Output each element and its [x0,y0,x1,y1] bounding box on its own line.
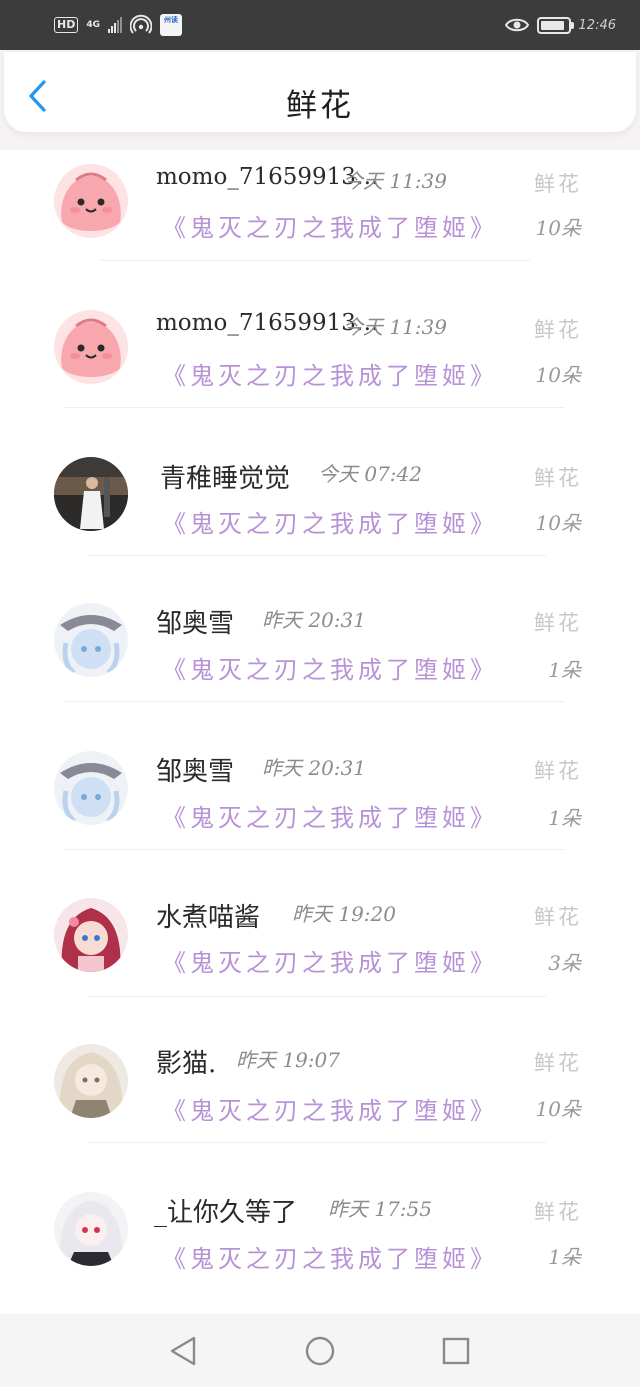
avatar[interactable] [54,1044,128,1118]
book-title-link[interactable]: 《鬼灭之刃之我成了堕姬》 [162,356,498,391]
gift-time: 昨天 19:20 [292,902,396,926]
hotspot-icon [130,14,152,34]
gift-time: 今天 07:42 [318,462,422,486]
gift-count: 10朵 [535,1097,581,1121]
list-item[interactable]: momo_71659913… 今天 11:39 《鬼灭之刃之我成了堕姬》 鲜花 … [0,298,640,446]
divider [100,260,530,261]
gift-time: 昨天 19:07 [236,1048,340,1072]
gift-count: 3朵 [548,951,581,975]
gift-count: 10朵 [535,363,581,387]
list-item[interactable]: 水煮喵酱 昨天 19:20 《鬼灭之刃之我成了堕姬》 鲜花 3朵 [0,890,640,1038]
divider [64,407,564,408]
pink-blob-avatar-icon [54,310,128,384]
book-title-link[interactable]: 《鬼灭之刃之我成了堕姬》 [162,1091,498,1126]
gift-type-label: 鲜花 [534,1051,582,1075]
list-item[interactable]: 邹奥雪 昨天 20:31 《鬼灭之刃之我成了堕姬》 鲜花 1朵 [0,742,640,890]
network-type: 4G [86,19,100,30]
avatar[interactable] [54,457,128,531]
app-notification-icon: 州读 [160,14,182,36]
gift-type-label: 鲜花 [534,611,582,635]
battery-icon [536,16,574,34]
page-header: 鲜花 [4,52,636,132]
sender-name[interactable]: _让你久等了 [154,1192,297,1229]
anime-avatar-icon [54,751,128,825]
book-title-link[interactable]: 《鬼灭之刃之我成了堕姬》 [162,943,498,978]
list-item[interactable]: 邹奥雪 昨天 20:31 《鬼灭之刃之我成了堕姬》 鲜花 1朵 [0,594,640,742]
gift-count: 10朵 [535,216,581,240]
list-item[interactable]: momo_71659913… 今天 11:39 《鬼灭之刃之我成了堕姬》 鲜花 … [0,150,640,298]
circle-home-icon[interactable] [303,1334,337,1368]
gift-count: 1朵 [548,658,581,682]
signal-icon [108,17,122,33]
status-bar: HD 4G 州读 12:46 [0,0,640,50]
avatar[interactable] [54,603,128,677]
divider [88,555,546,556]
gift-type-label: 鲜花 [534,759,582,783]
sender-name[interactable]: 青稚睡觉觉 [160,458,290,495]
anime-avatar-icon [54,898,128,972]
pink-blob-avatar-icon [54,164,128,238]
gift-count: 1朵 [548,1245,581,1269]
gift-time: 昨天 20:31 [262,608,366,632]
avatar[interactable] [54,751,128,825]
status-left: HD 4G 州读 [54,14,182,36]
book-title-link[interactable]: 《鬼灭之刃之我成了堕姬》 [162,1239,498,1274]
anime-avatar-icon [54,603,128,677]
book-title-link[interactable]: 《鬼灭之刃之我成了堕姬》 [162,798,498,833]
avatar[interactable] [54,164,128,238]
photo-avatar-icon [54,457,128,531]
gift-time: 昨天 17:55 [328,1197,432,1221]
list-item[interactable]: _让你久等了 昨天 17:55 《鬼灭之刃之我成了堕姬》 鲜花 1朵 [0,1186,640,1334]
page-title: 鲜花 [286,88,354,124]
anime-avatar-icon [54,1192,128,1266]
gift-list: momo_71659913… 今天 11:39 《鬼灭之刃之我成了堕姬》 鲜花 … [0,150,640,1334]
divider [88,996,546,997]
gift-time: 今天 11:39 [343,169,447,193]
gift-time: 昨天 20:31 [262,756,366,780]
eye-comfort-icon [504,18,529,32]
gift-count: 10朵 [535,511,581,535]
gift-type-label: 鲜花 [534,172,582,196]
triangle-back-icon[interactable] [166,1334,200,1368]
gift-type-label: 鲜花 [534,905,582,929]
gift-type-label: 鲜花 [534,1200,582,1224]
status-right: 12:46 [504,14,616,36]
sender-name[interactable]: 邹奥雪 [156,603,234,640]
sender-name[interactable]: 水煮喵酱 [156,897,260,934]
system-nav-bar [0,1314,640,1387]
book-title-link[interactable]: 《鬼灭之刃之我成了堕姬》 [162,504,498,539]
divider [64,849,564,850]
list-item[interactable]: 青稚睡觉觉 今天 07:42 《鬼灭之刃之我成了堕姬》 鲜花 10朵 [0,446,640,594]
hd-badge: HD [54,17,79,33]
avatar[interactable] [54,1192,128,1266]
divider [88,1142,546,1143]
square-recent-icon[interactable] [439,1334,473,1368]
gift-count: 1朵 [548,806,581,830]
sender-name[interactable]: 邹奥雪 [156,751,234,788]
gift-type-label: 鲜花 [534,318,582,342]
status-time: 12:46 [578,17,616,33]
book-title-link[interactable]: 《鬼灭之刃之我成了堕姬》 [162,208,498,243]
gift-type-label: 鲜花 [534,466,582,490]
gift-time: 今天 11:39 [343,315,447,339]
divider [64,701,564,702]
sender-name[interactable]: 影猫. [156,1043,216,1080]
list-item[interactable]: 影猫. 昨天 19:07 《鬼灭之刃之我成了堕姬》 鲜花 10朵 [0,1038,640,1186]
avatar[interactable] [54,898,128,972]
avatar[interactable] [54,310,128,384]
anime-avatar-icon [54,1044,128,1118]
book-title-link[interactable]: 《鬼灭之刃之我成了堕姬》 [162,650,498,685]
